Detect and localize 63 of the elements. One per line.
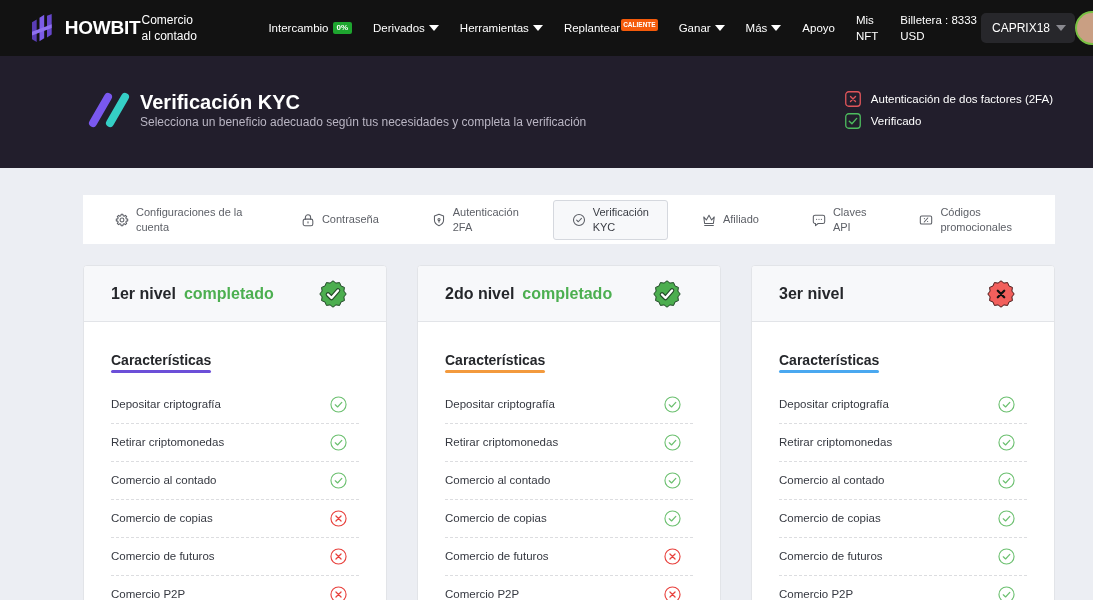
feature-label: Depositar criptografía [779, 396, 889, 412]
tab[interactable]: Códigos promocionales [900, 199, 1031, 240]
tab[interactable]: Configuraciones de la cuenta [96, 199, 267, 240]
check-circle-icon [571, 212, 586, 227]
caret-icon [1056, 25, 1066, 31]
tab[interactable]: Verificación KYC [552, 199, 668, 240]
feature-label: Comercio P2P [111, 586, 186, 600]
caret-icon [714, 25, 725, 31]
page-subtitle: Selecciona un beneficio adecuado según tus necesidades y completa la verificación [140, 114, 587, 130]
feature-label: Comercio P2P [445, 586, 520, 600]
feature-label: Comercio al contado [111, 472, 217, 488]
user-menu-button[interactable]: CAPRIX18 [980, 13, 1075, 43]
caret-icon [771, 25, 782, 31]
page-title: Verificación KYC [140, 90, 302, 114]
ticket-icon [919, 212, 934, 227]
tab[interactable]: Autenticación 2FA [412, 199, 538, 240]
tab[interactable]: Claves API [792, 199, 886, 240]
feature-label: Depositar criptografía [445, 396, 555, 412]
lock-icon [300, 212, 315, 227]
status-label: completado [522, 283, 613, 304]
section-heading: Características [111, 352, 212, 369]
level-title: 2do nivel [445, 283, 515, 304]
feature-label: Comercio de futuros [111, 548, 215, 564]
nav-link[interactable]: Intercambio 0% [268, 20, 353, 36]
feature-label: Comercio P2P [779, 586, 854, 600]
nav-link[interactable]: Apoyo [802, 20, 835, 36]
status-label: Autenticación de dos factores (2FA) [870, 92, 1053, 107]
nav-link[interactable]: Ganar [678, 20, 725, 36]
feature-label: Comercio de futuros [445, 548, 549, 564]
feature-label: Comercio de copias [445, 510, 547, 526]
status-label: Verificado [870, 114, 922, 129]
level-title: 1er nivel [111, 283, 176, 304]
double-slash-logo-icon [86, 91, 132, 129]
level-title: 3er nivel [779, 283, 844, 304]
nav-link[interactable]: Herramientas [459, 20, 543, 36]
brand-name: HOWBIT [64, 16, 141, 40]
chat-bubble-icon [811, 212, 826, 227]
brand-subtitle: Comercio al contado [141, 12, 198, 44]
nav-link[interactable]: Mis NFT [855, 12, 879, 44]
feature-label: Comercio de copias [111, 510, 213, 526]
feature-label: Depositar criptografía [111, 396, 221, 412]
shield-icon [431, 212, 446, 227]
feature-label: Retirar criptomonedas [111, 434, 225, 450]
feature-label: Comercio al contado [445, 472, 551, 488]
nav-link[interactable]: Derivados [373, 20, 439, 36]
tab[interactable]: Afiliado [682, 207, 778, 232]
status-label: completado [183, 283, 274, 304]
section-heading: Características [445, 352, 546, 369]
feature-label: Comercio de futuros [779, 548, 883, 564]
feature-label: Comercio al contado [779, 472, 885, 488]
gear-icon [115, 212, 129, 227]
wallet-balance: Billetera : 8333 USD [900, 13, 978, 44]
nav-link[interactable]: Más [745, 20, 782, 36]
crown-icon [701, 212, 716, 227]
tag-badge: 0% [332, 22, 353, 34]
section-heading: Características [779, 352, 880, 369]
logo-icon [32, 13, 53, 43]
caret-icon [428, 25, 439, 31]
tab[interactable]: Contraseña [281, 207, 398, 232]
caret-icon [532, 25, 543, 31]
feature-label: Retirar criptomonedas [445, 434, 559, 450]
feature-label: Retirar criptomonedas [779, 434, 893, 450]
feature-label: Comercio de copias [779, 510, 881, 526]
